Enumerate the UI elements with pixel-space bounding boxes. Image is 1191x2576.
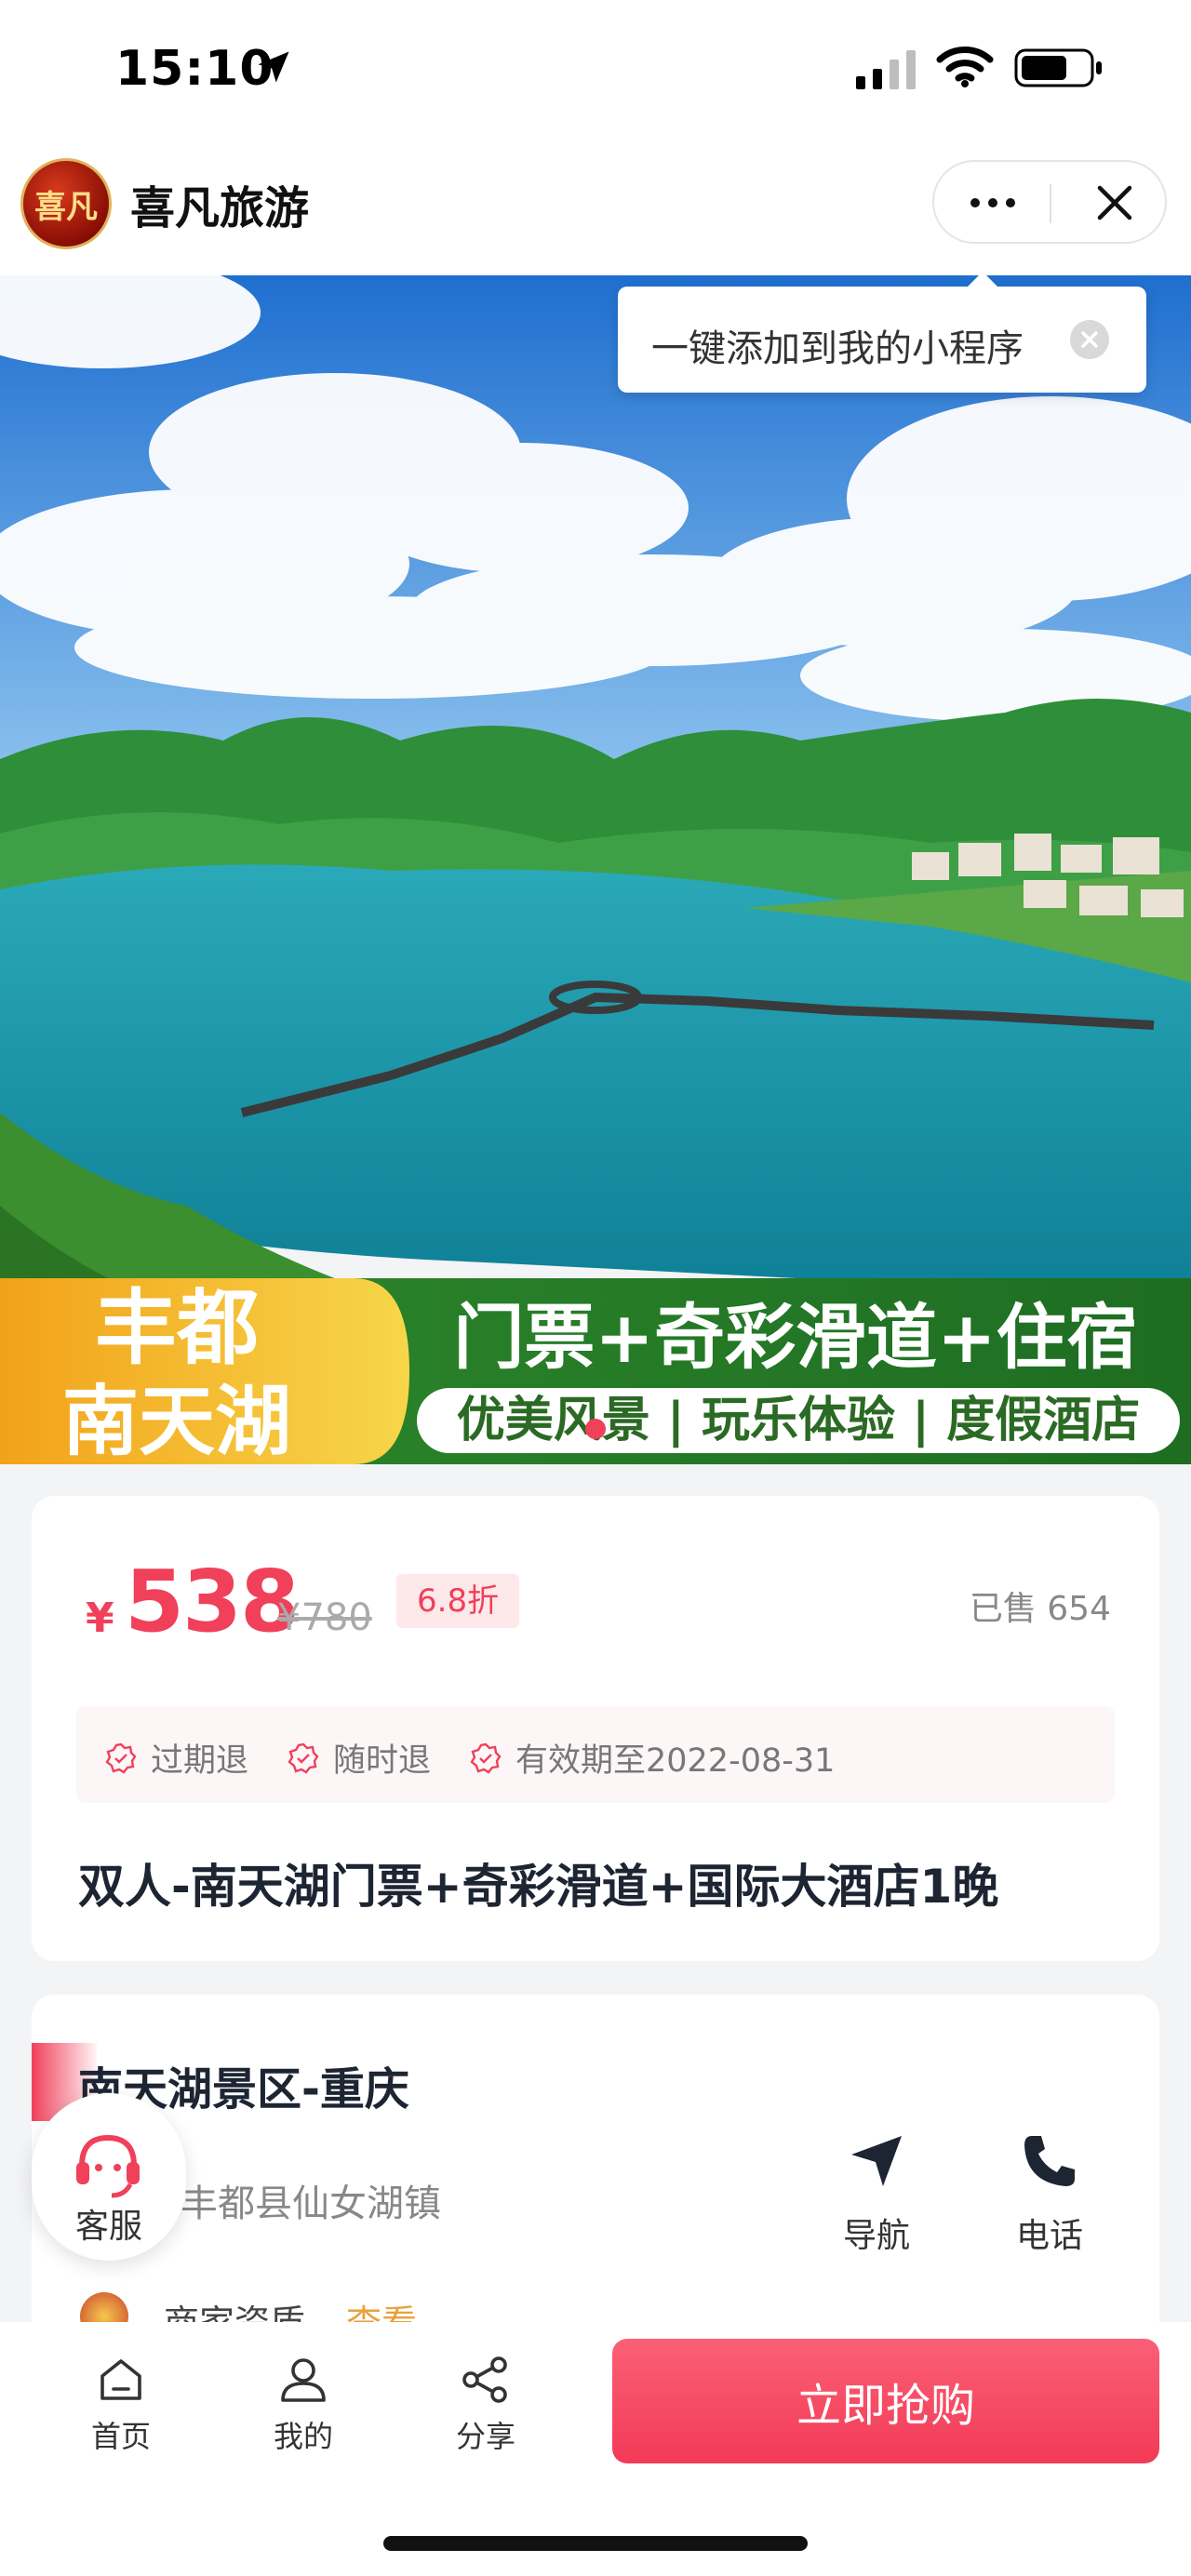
- customer-service-button[interactable]: 客服: [32, 2093, 186, 2261]
- app-header: 喜凡 喜凡旅游: [0, 140, 1191, 275]
- sale-price: 538: [125, 1552, 300, 1651]
- venue-address: 市丰都县仙女湖镇: [143, 2182, 441, 2225]
- tag-valid-until: 有效期至2022-08-31: [469, 1734, 835, 1782]
- battery-icon: [1014, 48, 1102, 87]
- tab-share[interactable]: 分享: [430, 2354, 542, 2456]
- share-icon: [462, 2356, 507, 2403]
- tab-home-label: 首页: [90, 2419, 151, 2454]
- home-indicator: [383, 2536, 808, 2551]
- lake-scenery-image: 丰都 南天湖 门票+奇彩滑道+住宿 优美风景 | 玩乐体验 | 度假酒店: [0, 275, 1191, 1464]
- signal-icon: [856, 50, 916, 89]
- navigate-button[interactable]: 导航: [811, 2130, 942, 2257]
- location-arrow-icon: [258, 51, 289, 83]
- add-miniprogram-tooltip: 一键添加到我的小程序: [618, 272, 1146, 393]
- venue-card: 南天湖景区-重庆 市丰都县仙女湖镇 导航 电话 商家资质 查看: [32, 1995, 1159, 2329]
- status-bar: 15:10: [0, 0, 1191, 140]
- currency-symbol: ¥: [86, 1595, 114, 1642]
- user-icon: [281, 2358, 326, 2402]
- tag-anytime-refund: 随时退: [287, 1734, 431, 1782]
- customer-service-label: 客服: [74, 2208, 142, 2246]
- close-icon[interactable]: [1094, 182, 1135, 223]
- banner-subline: 优美风景 | 玩乐体验 | 度假酒店: [457, 1393, 1140, 1448]
- buy-now-button[interactable]: 立即抢购: [612, 2339, 1159, 2463]
- tab-mine[interactable]: 我的: [248, 2354, 359, 2456]
- tab-share-label: 分享: [455, 2419, 515, 2454]
- tag-label: 过期退: [151, 1742, 249, 1780]
- original-price: ¥780: [277, 1596, 372, 1639]
- app-logo: 喜凡: [20, 158, 112, 249]
- sold-count: 已售 654: [969, 1590, 1111, 1628]
- discount-badge: 6.8折: [396, 1574, 520, 1628]
- product-banner[interactable]: 丰都 南天湖 门票+奇彩滑道+住宿 优美风景 | 玩乐体验 | 度假酒店: [0, 275, 1191, 1464]
- status-time: 15:10: [115, 41, 274, 97]
- call-label: 电话: [1015, 2217, 1083, 2255]
- headset-icon: [76, 2134, 140, 2198]
- app-title: 喜凡旅游: [130, 182, 310, 234]
- tab-home[interactable]: 首页: [65, 2354, 177, 2456]
- tag-label: 有效期至2022-08-31: [515, 1742, 836, 1780]
- phone-icon: [1024, 2136, 1075, 2186]
- call-button[interactable]: 电话: [984, 2130, 1115, 2257]
- carousel-dot-active: [585, 1419, 606, 1439]
- banner-place-line1: 丰都: [95, 1280, 259, 1376]
- navigation-arrow-icon: [851, 2136, 902, 2186]
- home-icon: [100, 2359, 141, 2400]
- tag-expired-refund: 过期退: [104, 1734, 248, 1782]
- product-title: 双人-南天湖门票+奇彩滑道+国际大酒店1晚: [78, 1860, 999, 1914]
- banner-headline: 门票+奇彩滑道+住宿: [453, 1296, 1137, 1379]
- badge-check-icon: [288, 1742, 319, 1774]
- badge-check-icon: [470, 1742, 502, 1774]
- navigate-label: 导航: [842, 2217, 910, 2255]
- banner-place-line2: 南天湖: [62, 1378, 291, 1464]
- badge-check-icon: [105, 1742, 137, 1774]
- refund-tags: 过期退 随时退 有效期至2022-08-31: [76, 1706, 1115, 1803]
- price-card: ¥ 538 ¥780 6.8折 已售 654 过期退 随时退 有效期至2022-…: [32, 1496, 1159, 1961]
- more-icon[interactable]: [968, 182, 1018, 223]
- tooltip-close-icon[interactable]: [1070, 320, 1109, 359]
- tooltip-text: 一键添加到我的小程序: [651, 327, 1024, 370]
- wifi-icon: [936, 47, 994, 87]
- capsule-divider: [1050, 184, 1051, 223]
- tag-label: 随时退: [333, 1742, 432, 1780]
- menu-capsule: [932, 160, 1167, 244]
- tab-mine-label: 我的: [273, 2419, 333, 2454]
